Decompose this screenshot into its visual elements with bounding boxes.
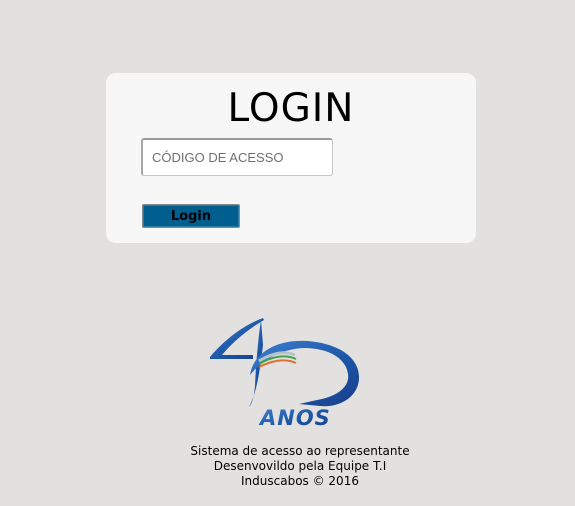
logo-four-shape xyxy=(210,318,264,359)
login-card: LOGIN Login xyxy=(106,73,476,243)
footer-line-1: Sistema de acesso ao representante xyxy=(190,444,410,458)
footer-line-2: Desenvovildo pela Equipe T.I xyxy=(213,459,387,473)
logo-zero-swoosh xyxy=(250,340,360,407)
footer: Sistema de acesso ao representante Desen… xyxy=(150,444,450,489)
induscabos-40-anos-logo: ANOS xyxy=(210,318,360,430)
access-code-input[interactable] xyxy=(141,138,333,176)
login-button[interactable]: Login xyxy=(142,204,240,228)
footer-line-3: Induscabos © 2016 xyxy=(241,474,359,488)
login-title: LOGIN xyxy=(227,86,355,131)
logo-anos-text: ANOS xyxy=(258,406,331,430)
